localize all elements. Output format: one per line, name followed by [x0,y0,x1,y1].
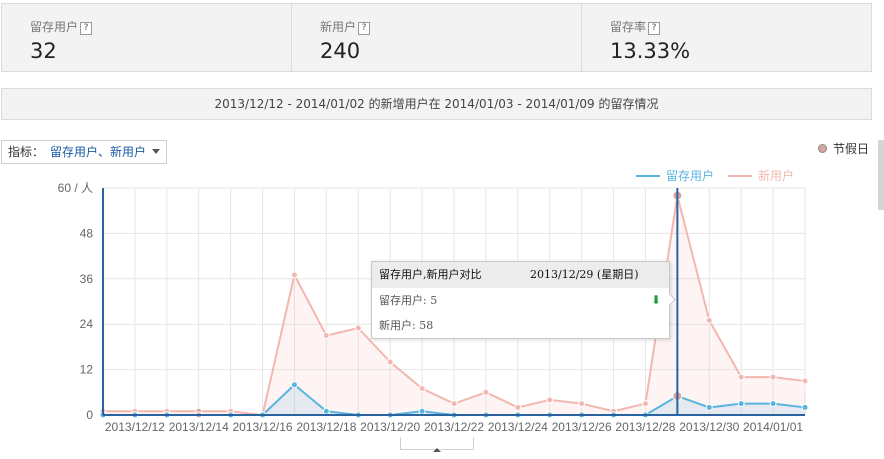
data-point-new-users [546,396,554,404]
x-tick-label: 2014/01/01 [743,420,803,434]
data-point-new-users [482,388,490,396]
legend-label-retained-users: 留存用户 [666,168,714,183]
data-point-new-users [769,373,777,381]
legend-label-new-users: 新用户 [758,168,794,183]
x-tick-label: 2013/12/12 [105,420,165,434]
data-point-new-users [514,403,522,411]
data-point-new-users [737,373,745,381]
tooltip-row: 新用户: 58 [372,313,669,338]
data-point-new-users [641,400,649,408]
data-point-retained-users [769,400,777,408]
y-tick-label: 0 [86,408,93,422]
tooltip-title: 留存用户,新用户对比 [379,268,482,281]
data-point-retained-users [290,381,298,389]
tooltip-row: 留存用户: 5 ⬇ [372,288,669,313]
data-point-new-users [578,400,586,408]
data-point-new-users [450,400,458,408]
y-tick-label: 36 [80,272,94,286]
x-tick-label: 2013/12/24 [488,420,548,434]
data-point-new-users [705,316,713,324]
x-tick-label: 2013/12/28 [615,420,675,434]
tooltip-header: 留存用户,新用户对比 2013/12/29 (星期日) [372,262,669,288]
tooltip-row-text: 留存用户: 5 [379,294,438,307]
data-point-retained-users [705,403,713,411]
data-point-new-users [801,377,809,385]
data-point-retained-users [418,407,426,415]
tooltip-date: 2013/12/29 (星期日) [530,268,639,281]
y-tick-label: 12 [80,363,94,377]
chevron-up-icon [433,448,441,452]
data-point-new-users [386,358,394,366]
arrow-down-icon: ⬇ [650,293,661,307]
collapse-toggle[interactable] [400,437,474,452]
y-tick-label: 24 [80,317,94,331]
y-tick-label: 48 [80,226,94,240]
x-tick-label: 2013/12/18 [296,420,356,434]
tooltip-row-text: 新用户: 58 [379,319,434,332]
data-point-retained-users [737,400,745,408]
data-point-retained-users [322,407,330,415]
line-chart: 0 12 24 36 48 60 / 人 2013/12/12 2013/12/14 2013/… [58,168,809,434]
x-tick-label: 2013/12/26 [552,420,612,434]
data-point-retained-users [801,403,809,411]
x-tick-label: 2013/12/14 [169,420,229,434]
data-point-new-users [290,271,298,279]
data-point-new-users [418,385,426,393]
y-axis-label: 60 / 人 [58,181,93,195]
data-point-new-users [354,324,362,332]
data-point-new-users [322,332,330,340]
chart-tooltip: 留存用户,新用户对比 2013/12/29 (星期日) 留存用户: 5 ⬇ 新用户:… [371,261,676,339]
x-tick-label: 2013/12/22 [424,420,484,434]
x-tick-label: 2013/12/20 [360,420,420,434]
x-tick-label: 2013/12/30 [679,420,739,434]
x-tick-label: 2013/12/16 [233,420,293,434]
